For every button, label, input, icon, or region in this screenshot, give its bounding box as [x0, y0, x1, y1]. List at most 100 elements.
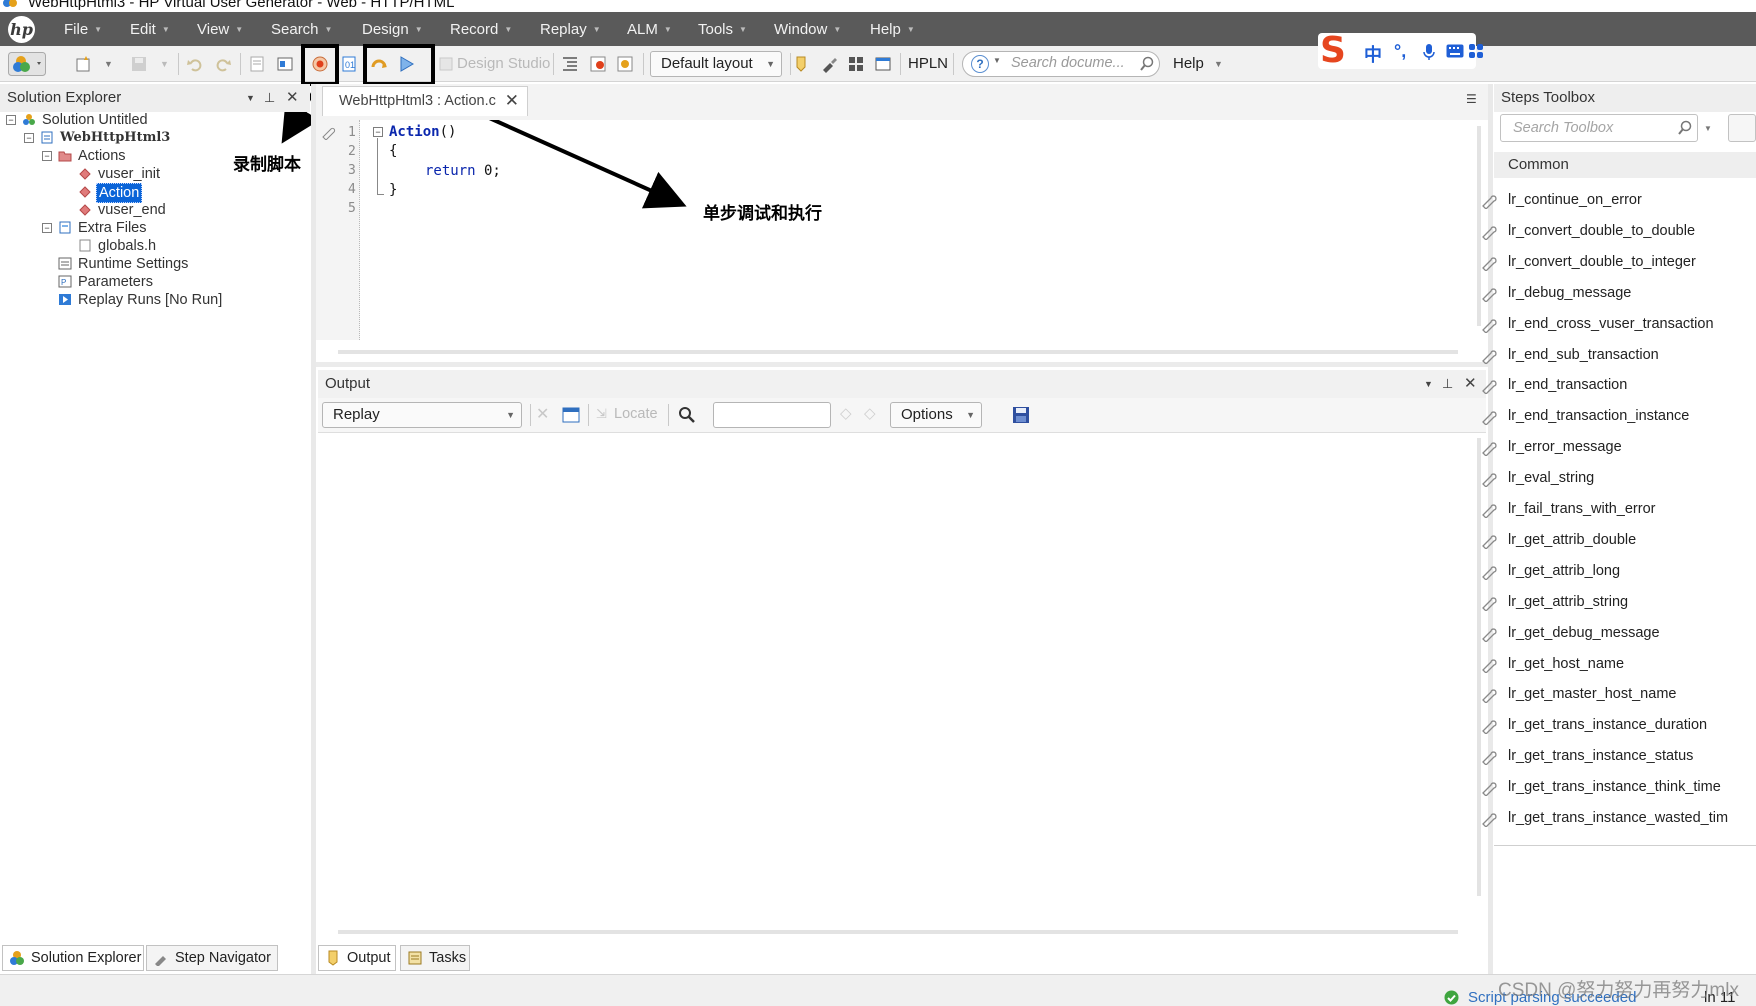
transaction-icon[interactable] — [589, 55, 607, 73]
menu-design[interactable]: Design ▼ — [362, 21, 423, 38]
badge-icon[interactable] — [792, 55, 810, 73]
toolbox-item[interactable]: lr_end_transaction_instance — [1482, 406, 1689, 426]
toolbox-item[interactable]: lr_get_attrib_double — [1482, 530, 1636, 550]
output-hscrollbar[interactable] — [338, 930, 1458, 934]
panel-dropdown-icon[interactable]: ▼ — [246, 84, 255, 112]
close-tab-icon[interactable]: ✕ — [505, 87, 519, 115]
toolbox-item[interactable]: lr_get_trans_instance_think_time — [1482, 777, 1721, 797]
menu-help[interactable]: Help ▼ — [870, 21, 915, 38]
toolbox-item[interactable]: lr_get_trans_instance_duration — [1482, 715, 1707, 735]
tab-tasks[interactable]: Tasks — [400, 945, 470, 971]
tree-solution[interactable]: − Solution Untitled — [6, 111, 206, 129]
doc-search-box[interactable]: ? ▼ Search docume... — [962, 51, 1160, 77]
tree-replay-runs[interactable]: Replay Runs [No Run] — [58, 291, 278, 309]
window-icon[interactable] — [874, 55, 892, 73]
tree-vuser-init[interactable]: vuser_init — [78, 165, 238, 183]
code-line-2[interactable]: { — [389, 143, 397, 159]
search-scope-dropdown-icon[interactable]: ▼ — [993, 56, 1001, 65]
ime-chinese-mode[interactable]: 中 — [1364, 41, 1382, 67]
ime-punctuation[interactable]: °, — [1394, 41, 1406, 62]
menu-file[interactable]: File ▼ — [64, 21, 102, 38]
editor-hscrollbar[interactable] — [338, 350, 1458, 354]
tree-action[interactable]: Action — [78, 183, 238, 203]
output-find-input[interactable] — [713, 402, 831, 428]
layout-select[interactable]: Default layout ▼ — [650, 51, 782, 77]
toolbox-item[interactable]: lr_end_sub_transaction — [1482, 345, 1659, 365]
toolbox-search-dropdown-icon[interactable]: ▼ — [1704, 124, 1712, 133]
output-window-icon[interactable] — [562, 406, 580, 424]
pin-icon[interactable]: ⊥ — [1442, 370, 1453, 398]
fold-icon[interactable]: − — [373, 127, 383, 137]
tree-extra-files[interactable]: − Extra Files — [42, 219, 242, 237]
grid-icon[interactable] — [847, 55, 865, 73]
sogou-logo[interactable]: S — [1320, 33, 1358, 69]
toolbox-item[interactable]: lr_get_trans_instance_status — [1482, 746, 1693, 766]
toolbox-item[interactable]: lr_convert_double_to_integer — [1482, 252, 1696, 272]
find-icon[interactable] — [678, 406, 696, 424]
toolbox-item[interactable]: lr_convert_double_to_double — [1482, 221, 1695, 241]
document-icon[interactable] — [248, 55, 266, 73]
brush-icon[interactable] — [820, 55, 838, 73]
tree-script[interactable]: − WebHttpHtml3 — [24, 129, 224, 147]
toolbox-item[interactable]: lr_get_attrib_string — [1482, 592, 1628, 612]
close-icon[interactable]: ✕ — [1464, 370, 1477, 398]
keyboard-icon[interactable] — [1446, 44, 1464, 58]
code-line-1[interactable]: Action() — [389, 124, 456, 140]
tree-globals[interactable]: globals.h — [78, 237, 238, 255]
collapse-icon[interactable]: − — [6, 115, 16, 125]
help-button[interactable]: Help — [1173, 53, 1204, 75]
menu-search[interactable]: Search ▼ — [271, 21, 332, 38]
toolbox-search-box[interactable]: Search Toolbox — [1500, 114, 1698, 142]
code-line-4[interactable]: } — [389, 182, 397, 198]
toolbox-item[interactable]: lr_continue_on_error — [1482, 190, 1642, 210]
editor-tab-action[interactable]: WebHttpHtml3 : Action.c ✕ — [322, 86, 528, 116]
rendezvous-icon[interactable] — [616, 55, 634, 73]
hpln-button[interactable]: HPLN — [908, 53, 948, 75]
tree-vuser-end[interactable]: vuser_end — [78, 201, 238, 219]
close-icon[interactable]: ✕ — [286, 84, 299, 112]
toolbox-item[interactable]: lr_end_transaction — [1482, 375, 1627, 395]
toolbox-nav-button[interactable] — [1728, 114, 1756, 142]
toolbox-item[interactable]: lr_fail_trans_with_error — [1482, 499, 1655, 519]
options-button[interactable]: Options ▼ — [890, 402, 982, 428]
collapse-icon[interactable]: − — [42, 223, 52, 233]
menu-replay[interactable]: Replay ▼ — [540, 21, 601, 38]
toolbox-item[interactable]: lr_debug_message — [1482, 283, 1631, 303]
toolbox-item[interactable]: lr_error_message — [1482, 437, 1622, 457]
compile-icon[interactable]: 01 — [340, 55, 358, 73]
ime-tools-icon[interactable] — [1468, 43, 1484, 59]
toolbox-item[interactable]: lr_eval_string — [1482, 468, 1594, 488]
menu-view[interactable]: View ▼ — [197, 21, 243, 38]
collapse-icon[interactable]: − — [24, 133, 34, 143]
toolbox-search-input[interactable]: Search Toolbox — [1513, 120, 1613, 136]
search-icon[interactable] — [1139, 56, 1155, 72]
solution-menu-icon[interactable] — [8, 52, 46, 76]
tree-actions[interactable]: − Actions — [42, 147, 242, 165]
menu-record[interactable]: Record ▼ — [450, 21, 512, 38]
editor-output-splitter[interactable] — [316, 362, 1488, 367]
collapse-icon[interactable]: − — [42, 151, 52, 161]
tab-solution-explorer[interactable]: Solution Explorer — [2, 945, 144, 971]
indent-icon[interactable] — [561, 55, 579, 73]
menu-edit[interactable]: Edit ▼ — [130, 21, 170, 38]
save-output-icon[interactable] — [1012, 406, 1030, 424]
toolbox-item[interactable]: lr_get_debug_message — [1482, 623, 1660, 643]
tree-parameters[interactable]: P Parameters — [58, 273, 258, 291]
breakpoint-icon[interactable] — [320, 124, 336, 140]
new-dropdown-icon[interactable]: ▼ — [104, 53, 113, 75]
output-source-select[interactable]: Replay ▼ — [322, 402, 522, 428]
snapshot-icon[interactable] — [276, 55, 294, 73]
right-splitter[interactable] — [1488, 84, 1493, 974]
microphone-icon[interactable] — [1422, 43, 1436, 61]
help-dropdown-icon[interactable]: ▼ — [1214, 53, 1223, 75]
editor-tab-list-icon[interactable]: ☰ — [1466, 92, 1477, 106]
toolbox-item[interactable]: lr_get_attrib_long — [1482, 561, 1620, 581]
tab-step-navigator[interactable]: Step Navigator — [146, 945, 278, 971]
tree-runtime-settings[interactable]: Runtime Settings — [58, 255, 258, 273]
search-icon[interactable] — [1677, 120, 1693, 136]
toolbox-item[interactable]: lr_get_host_name — [1482, 654, 1624, 674]
doc-search-input[interactable]: Search docume... — [1011, 55, 1125, 71]
toolbox-item[interactable]: lr_get_trans_instance_wasted_tim — [1482, 808, 1728, 828]
menu-tools[interactable]: Tools ▼ — [698, 21, 747, 38]
new-script-icon[interactable] — [74, 55, 92, 73]
